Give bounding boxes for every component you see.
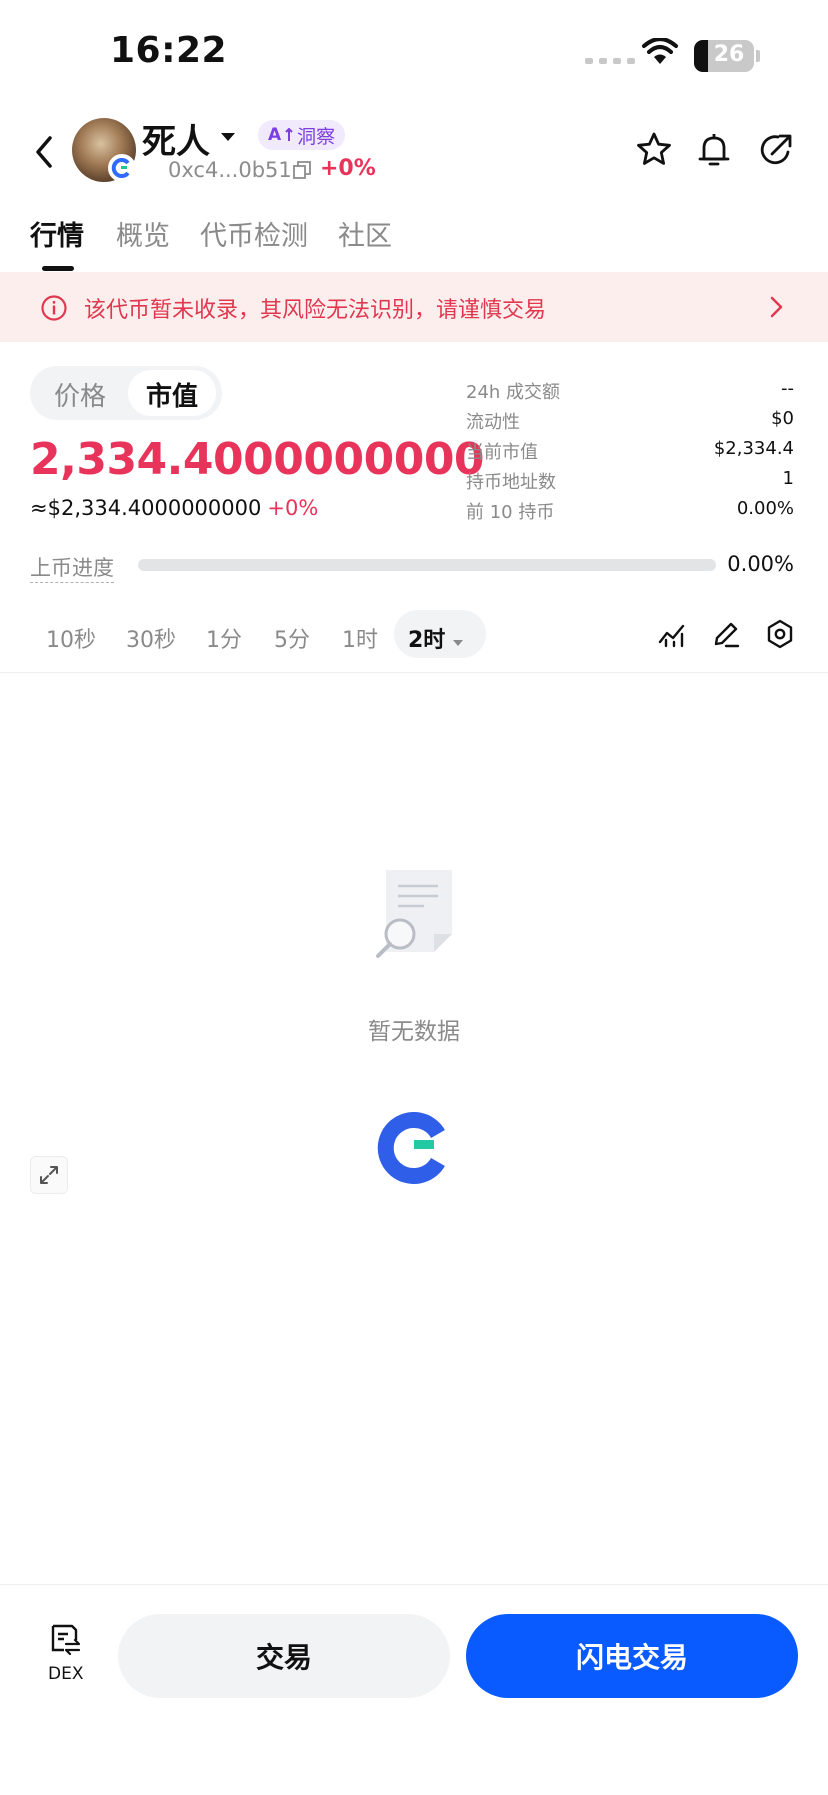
status-time: 16:22 [110,30,228,71]
caret-down-icon[interactable] [220,128,236,147]
stat-label-volume: 24h 成交额 [466,382,561,403]
tab-token-check[interactable]: 代币检测 [200,214,308,253]
tab-market[interactable]: 行情 [30,214,84,253]
sparkle-icon [285,128,293,141]
bottom-bar-divider [0,1584,828,1585]
chevron-right-icon[interactable] [766,294,786,324]
interval-1h[interactable]: 1时 [342,622,378,654]
battery-icon: 26 [694,40,754,72]
tab-active-indicator [42,266,74,271]
info-icon [40,294,68,322]
flash-trade-button[interactable]: 闪电交易 [466,1614,798,1698]
ai-badge-label: 洞察 [297,125,336,148]
usd-change: +0% [267,496,319,520]
stat-value-market-cap: $2,334.4 [713,438,794,459]
stat-label-top10: 前 10 持币 [466,502,555,523]
interval-30s[interactable]: 30秒 [126,622,176,654]
stat-label-holders: 持币地址数 [466,472,556,493]
stat-value-holders: 1 [782,468,794,489]
chain-badge-icon [108,154,136,182]
tab-community[interactable]: 社区 [338,214,392,253]
cellular-signal-icon [585,58,635,64]
risk-warning-text: 该代币暂未收录，其风险无法识别，请谨慎交易 [84,298,547,323]
ai-insight-badge[interactable]: A 洞察 [258,120,346,150]
trade-button[interactable]: 交易 [118,1614,450,1698]
interval-5m[interactable]: 5分 [274,622,310,654]
draw-pencil-icon[interactable] [710,618,742,650]
stat-value-liquidity: $0 [771,408,794,429]
stat-value-top10: 0.00% [736,498,794,519]
back-button[interactable] [26,130,62,174]
token-address: 0xc4...0b51 [168,158,292,182]
battery-tip [756,50,760,62]
settings-icon[interactable] [764,618,796,650]
interval-10s[interactable]: 10秒 [46,622,96,654]
expand-chart-button[interactable] [30,1156,68,1194]
toggle-option-market-cap[interactable]: 市值 [146,376,198,413]
usd-value: ≈$2,334.4000000000 [30,496,262,520]
stat-value-volume: -- [781,378,794,399]
dex-label[interactable]: DEX [48,1664,83,1684]
ai-badge-prefix: A [268,125,282,145]
market-cap-value: 2,334.4000000000 [30,434,485,485]
toggle-option-price[interactable]: 价格 [54,376,106,413]
empty-document-icon [372,866,456,962]
copy-icon[interactable] [292,160,312,180]
listing-progress-value: 0.00% [727,552,794,576]
stat-label-liquidity: 流动性 [466,412,520,433]
usd-value-line: ≈$2,334.4000000000 +0% [30,496,318,520]
listing-progress-label[interactable]: 上币进度 [30,552,114,583]
indicator-icon[interactable] [656,618,688,650]
share-icon[interactable] [756,130,796,170]
empty-state-text: 暂无数据 [368,1019,460,1045]
stat-label-market-cap: 当前市值 [466,442,538,463]
dex-swap-icon[interactable] [48,1622,82,1656]
battery-level: 26 [713,42,745,67]
star-icon[interactable] [634,130,674,170]
loading-logo-icon [376,1112,448,1184]
expand-icon [40,1166,58,1184]
token-name[interactable]: 死人 [142,114,210,163]
tab-overview[interactable]: 概览 [116,214,170,253]
interval-caret-icon[interactable] [452,632,464,651]
interval-2h[interactable]: 2时 [408,622,445,654]
bell-icon[interactable] [694,130,734,170]
wifi-icon [642,37,678,70]
interval-1m[interactable]: 1分 [206,622,242,654]
price-change: +0% [320,156,376,181]
listing-progress-track [138,559,716,571]
chart-divider [0,672,828,673]
